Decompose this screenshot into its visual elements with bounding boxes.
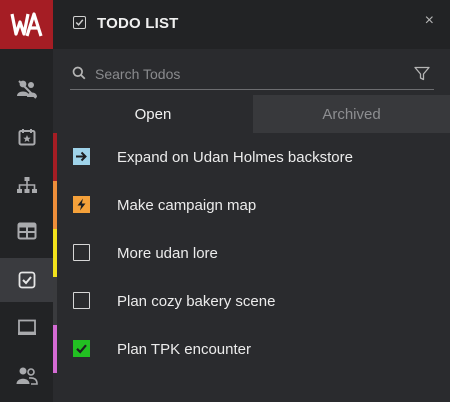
priority-bar bbox=[53, 181, 57, 229]
todo-label: Plan TPK encounter bbox=[117, 341, 251, 358]
todo-label: Make campaign map bbox=[117, 197, 257, 214]
search-bar bbox=[70, 60, 434, 90]
side-rail bbox=[0, 0, 53, 402]
todo-list: Expand on Udan Holmes backstore Make cam… bbox=[53, 133, 450, 373]
list-item[interactable]: Plan TPK encounter bbox=[53, 325, 450, 373]
panel-header: TODO LIST × bbox=[53, 0, 450, 49]
checkbox-icon bbox=[73, 16, 86, 29]
priority-bar bbox=[53, 133, 57, 181]
search-icon bbox=[72, 66, 86, 85]
tab-open[interactable]: Open bbox=[53, 95, 253, 133]
app-logo[interactable] bbox=[0, 0, 53, 49]
priority-bar bbox=[53, 325, 57, 373]
checked-icon[interactable] bbox=[73, 340, 90, 357]
todo-label: Expand on Udan Holmes backstore bbox=[117, 149, 353, 166]
todo-label: More udan lore bbox=[117, 245, 218, 262]
world-anvil-logo-icon bbox=[9, 11, 43, 36]
characters-icon[interactable] bbox=[0, 67, 53, 111]
filter-icon[interactable] bbox=[414, 66, 430, 86]
list-item[interactable]: Make campaign map bbox=[53, 181, 450, 229]
priority-bar bbox=[53, 229, 57, 277]
table-icon[interactable] bbox=[0, 209, 53, 253]
tab-bar: Open Archived bbox=[53, 95, 450, 133]
list-item[interactable]: More udan lore bbox=[53, 229, 450, 277]
todo-check-icon[interactable] bbox=[0, 258, 53, 302]
search-input[interactable] bbox=[95, 63, 395, 85]
empty-checkbox-icon[interactable] bbox=[73, 244, 90, 261]
page-title: TODO LIST bbox=[97, 15, 179, 32]
priority-bar bbox=[53, 277, 57, 325]
close-icon[interactable]: × bbox=[425, 12, 434, 30]
users-icon[interactable] bbox=[0, 354, 53, 398]
calendar-icon[interactable] bbox=[0, 115, 53, 159]
empty-checkbox-icon[interactable] bbox=[73, 292, 90, 309]
lightning-icon[interactable] bbox=[73, 196, 90, 213]
easel-icon[interactable] bbox=[0, 306, 53, 350]
todo-label: Plan cozy bakery scene bbox=[117, 293, 276, 310]
tab-archived[interactable]: Archived bbox=[253, 95, 450, 133]
list-item[interactable]: Plan cozy bakery scene bbox=[53, 277, 450, 325]
arrow-right-icon[interactable] bbox=[73, 148, 90, 165]
list-item[interactable]: Expand on Udan Holmes backstore bbox=[53, 133, 450, 181]
hierarchy-icon[interactable] bbox=[0, 163, 53, 207]
